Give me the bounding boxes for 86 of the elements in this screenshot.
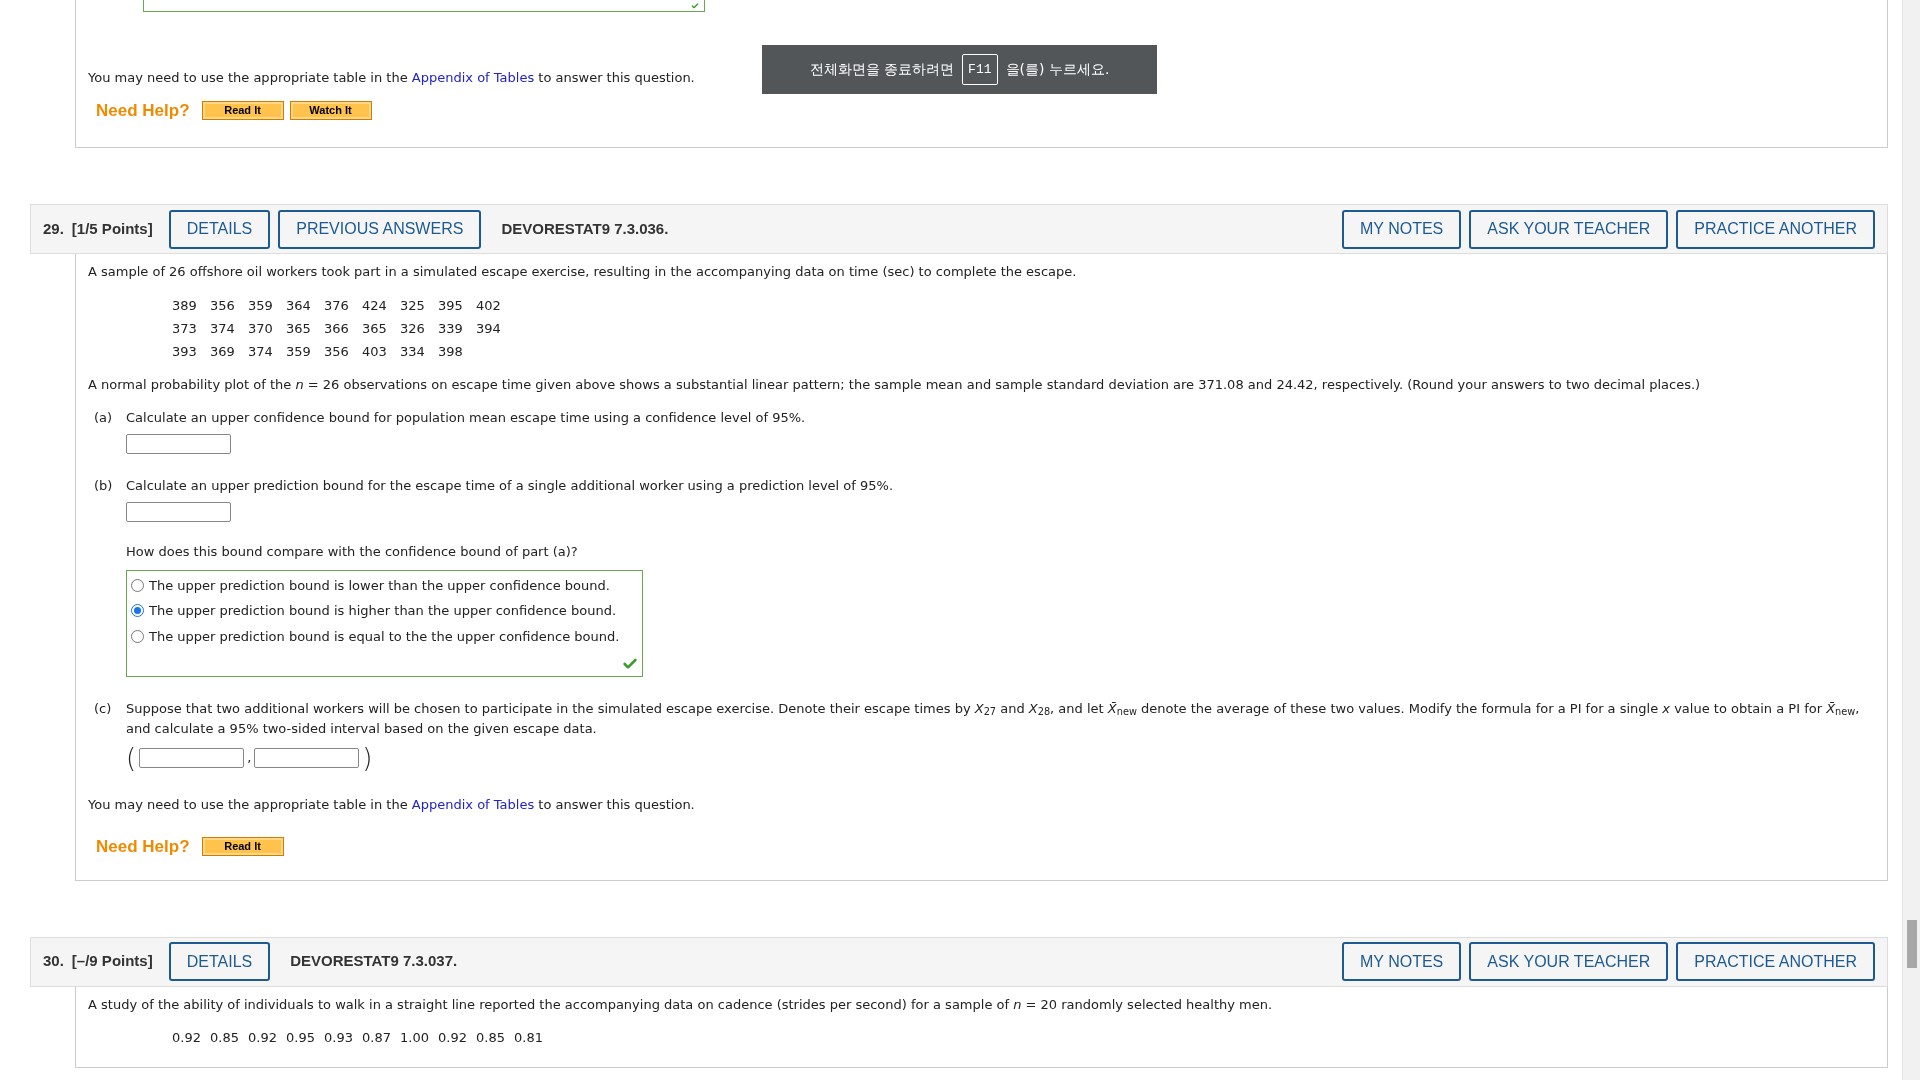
- header-button[interactable]: MY NOTES: [1342, 209, 1462, 249]
- data-value: 389: [172, 296, 198, 315]
- need-help-label: Need Help?: [96, 99, 190, 122]
- data-value: 359: [286, 342, 312, 361]
- data-value: 356: [324, 342, 350, 361]
- data-value: 374: [210, 319, 236, 338]
- data-value: 365: [286, 319, 312, 338]
- data-value: 364: [286, 296, 312, 315]
- question-statement: A normal probability plot of the n = 26 observations on escape time given above shows a substantial linear pattern; the sample mean and sample standard deviation are 371.08 and 24.42, respectively. (Round your answers to two decimal places.): [88, 375, 1702, 394]
- question-code: DEVORESTAT9 7.3.036.: [501, 218, 669, 239]
- question-number: 29.: [43, 218, 64, 239]
- data-value: 424: [362, 296, 388, 315]
- data-value: 0.92: [248, 1029, 278, 1047]
- question-points: [–/9 Points]: [71, 951, 153, 972]
- help-button[interactable]: Watch It: [289, 100, 372, 120]
- data-value: 359: [248, 296, 274, 315]
- part-question: Suppose that two additional workers will be chosen to participate in the simulated escape exercise. Denote their escape times by X$_{27}$ and X$_{28}$, and let X̄$_{new}$ denote the average of these two values. Modify the formula for a PI for a single x value to obtain a PI for X̄$_{new}$, and calculate a 95% two-sided interval based on the given escape data.: [126, 699, 1861, 738]
- data-value: 0.81: [514, 1029, 544, 1047]
- need-help-label: Need Help?: [96, 836, 190, 858]
- data-value: 356: [210, 296, 236, 315]
- choice-option[interactable]: The upper prediction bound is equal to the the upper confidence bound.: [131, 626, 620, 646]
- part-label: (c): [94, 699, 113, 718]
- question-code: DEVORESTAT9 7.3.037.: [290, 951, 458, 972]
- data-value: 373: [172, 319, 198, 338]
- header-button[interactable]: PRACTICE ANOTHER: [1676, 209, 1875, 249]
- open-paren: (: [126, 744, 137, 771]
- data-value: 339: [438, 319, 464, 338]
- part-label: (a): [94, 409, 114, 427]
- data-value: 403: [362, 342, 388, 361]
- choice-option[interactable]: The upper prediction bound is lower than the upper confidence bound.: [131, 575, 610, 595]
- data-value: 393: [172, 342, 198, 361]
- data-value: 369: [210, 342, 236, 361]
- part-label: (b): [94, 477, 114, 495]
- question-number: 30.: [43, 951, 64, 972]
- data-value: 374: [248, 342, 274, 361]
- data-value: 394: [476, 319, 502, 338]
- data-value: 0.92: [438, 1029, 468, 1047]
- radio-button[interactable]: [131, 629, 144, 643]
- appendix-note: You may need to use the appropriate table in the Appendix of Tables to answer this question.: [88, 795, 695, 814]
- radio-button[interactable]: [131, 578, 144, 592]
- question-intro: A sample of 26 offshore oil workers took part in a simulated escape exercise, resulting in the accompanying data on time (sec) to complete the escape.: [88, 263, 1078, 281]
- data-value: 376: [324, 296, 350, 315]
- followup-question: How does this bound compare with the confidence bound of part (a)?: [126, 543, 579, 561]
- appendix-link[interactable]: Appendix of Tables: [411, 70, 535, 85]
- answer-field[interactable]: [126, 434, 231, 454]
- header-button[interactable]: ASK YOUR TEACHER: [1469, 942, 1669, 981]
- choice-option[interactable]: The upper prediction bound is higher than the upper confidence bound.: [131, 601, 616, 621]
- data-value: 0.92: [172, 1029, 202, 1047]
- data-value: 334: [400, 342, 426, 361]
- part-question: Calculate an upper confidence bound for population mean escape time using a confidence level of 95%.: [126, 409, 807, 427]
- appendix-note: You may need to use the appropriate table in the Appendix of Tables to answer this question.: [88, 69, 695, 87]
- data-value: 0.87: [362, 1029, 392, 1047]
- question-points: [1/5 Points]: [71, 218, 153, 239]
- part-question: Calculate an upper prediction bound for the escape time of a single additional worker using a prediction level of 95%.: [126, 477, 895, 495]
- data-value: 395: [438, 296, 464, 315]
- data-value: 0.93: [324, 1029, 354, 1047]
- data-value: 366: [324, 319, 350, 338]
- comma: ,: [247, 748, 252, 767]
- toast-text: 전체화면을 종료하려면: [809, 60, 955, 79]
- answer-field[interactable]: [126, 502, 231, 522]
- data-value: 402: [476, 296, 502, 315]
- key-badge: F11: [962, 53, 998, 86]
- data-value: 0.95: [286, 1029, 316, 1047]
- answer-field[interactable]: [254, 747, 360, 768]
- data-value: 325: [400, 296, 426, 315]
- data-value: 365: [362, 319, 388, 338]
- header-button[interactable]: DETAILS: [168, 209, 271, 249]
- appendix-link[interactable]: Appendix of Tables: [411, 796, 535, 812]
- question-intro: A study of the ability of individuals to walk in a straight line reported the accompanying data on cadence (strides per second) for a sample of n = 20 randomly selected healthy men.: [88, 995, 1274, 1014]
- help-button[interactable]: Read It: [201, 100, 284, 120]
- toast-text: 을(를) 누르세요.: [1005, 60, 1110, 79]
- data-value: 326: [400, 319, 426, 338]
- header-button[interactable]: PRACTICE ANOTHER: [1676, 942, 1875, 981]
- header-button[interactable]: MY NOTES: [1342, 942, 1462, 981]
- data-value: 370: [248, 319, 274, 338]
- data-value: 0.85: [476, 1029, 506, 1047]
- data-value: 0.85: [210, 1029, 240, 1047]
- answer-field[interactable]: [143, 0, 705, 12]
- header-button[interactable]: PREVIOUS ANSWERS: [278, 209, 482, 249]
- close-paren: ): [362, 744, 373, 771]
- header-button[interactable]: ASK YOUR TEACHER: [1469, 209, 1669, 249]
- data-value: 1.00: [400, 1029, 430, 1047]
- header-button[interactable]: DETAILS: [168, 942, 271, 981]
- answer-field[interactable]: [139, 747, 245, 768]
- help-button[interactable]: Read It: [201, 837, 284, 857]
- data-value: 398: [438, 342, 464, 361]
